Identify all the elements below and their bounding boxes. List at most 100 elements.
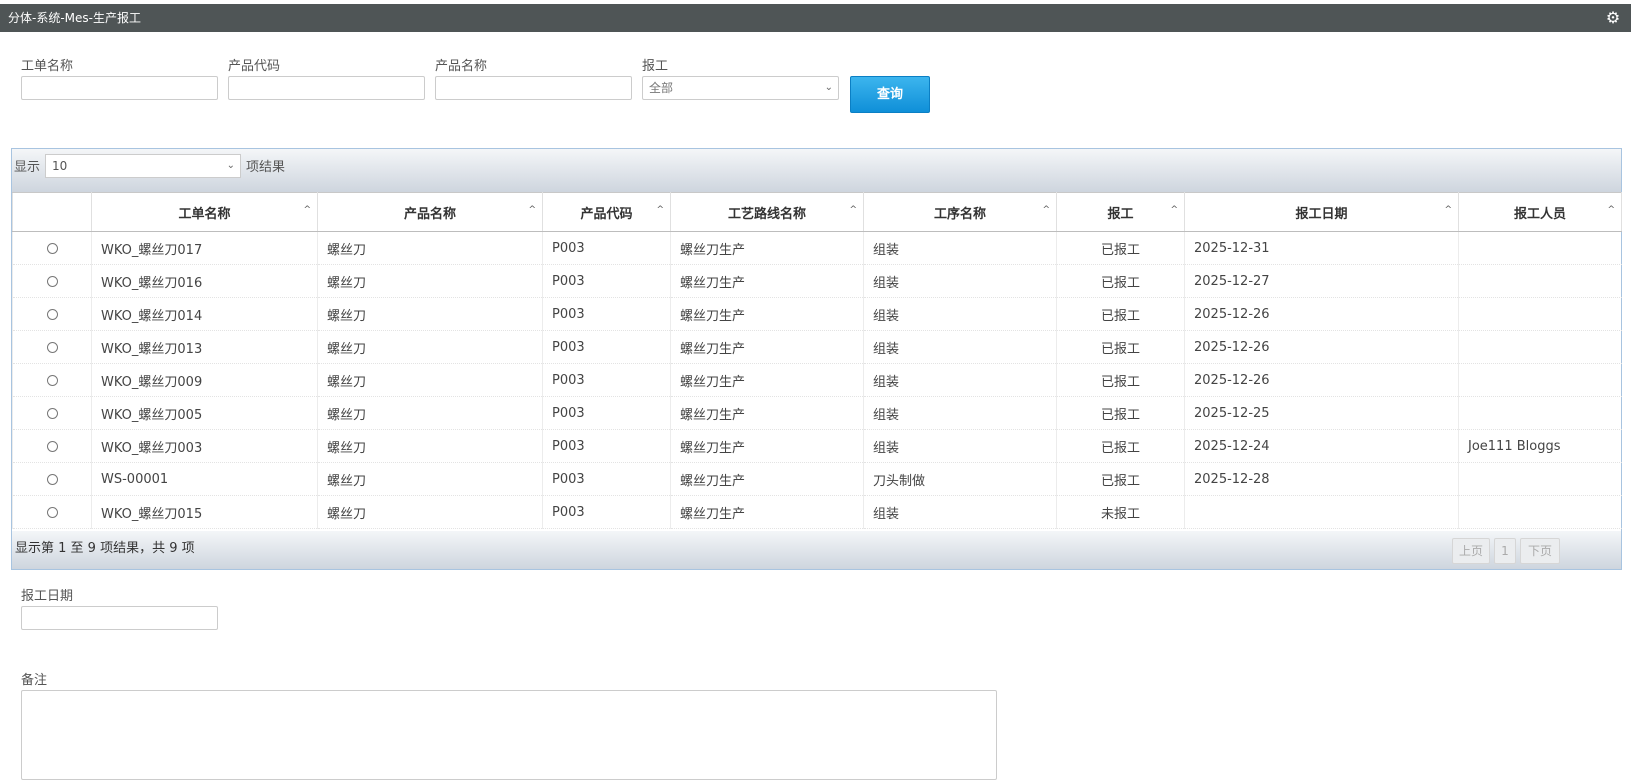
table-cell [1458, 495, 1622, 529]
table-cell: 螺丝刀生产 [670, 330, 864, 364]
table-cell: WKO_螺丝刀003 [91, 429, 318, 463]
work-order-label: 工单名称 [21, 59, 74, 74]
table-cell: P003 [542, 297, 671, 331]
row-radio[interactable] [46, 440, 58, 452]
table-cell: P003 [542, 396, 671, 430]
table-cell: 组装 [863, 429, 1057, 463]
table-cell: 已报工 [1056, 264, 1185, 298]
remark-label: 备注 [21, 673, 48, 688]
table-cell: 螺丝刀 [317, 396, 543, 430]
grid-toolbar: 显示 10 ⌄ 项结果 [12, 149, 1621, 192]
table-cell: 已报工 [1056, 462, 1185, 496]
table-cell: 已报工 [1056, 363, 1185, 397]
table-cell: WKO_螺丝刀005 [91, 396, 318, 430]
row-select-cell [12, 264, 92, 298]
table-header-row: 工单名称 ^ 产品名称 ^ 产品代码 ^ 工艺路线名称 ^ 工序名称 ^ 报工 ^ 报工日期… [12, 192, 1622, 232]
table-cell: WKO_螺丝刀015 [91, 495, 318, 529]
table-row[interactable]: WS-00001 螺丝刀 P003 螺丝刀生产 刀头制做 已报工 2025-12-28 [12, 462, 1622, 496]
table-cell: 螺丝刀 [317, 363, 543, 397]
table-cell [1458, 363, 1622, 397]
table-cell: 组装 [863, 330, 1057, 364]
row-radio[interactable] [46, 242, 58, 254]
table-cell: 组装 [863, 495, 1057, 529]
table-row[interactable]: WKO_螺丝刀013 螺丝刀 P003 螺丝刀生产 组装 已报工 2025-12-26 [12, 330, 1622, 364]
chevron-down-icon: ⌄ [824, 82, 833, 93]
table-cell: 2025-12-28 [1184, 462, 1459, 496]
sort-icon: ^ [303, 205, 311, 215]
column-header[interactable]: 报工日期 ^ [1184, 192, 1459, 232]
work-order-input[interactable] [21, 76, 218, 100]
table-cell: 螺丝刀 [317, 429, 543, 463]
column-header-select [12, 192, 92, 232]
table-row[interactable]: WKO_螺丝刀005 螺丝刀 P003 螺丝刀生产 组装 已报工 2025-12-25 [12, 396, 1622, 430]
report-date-input[interactable] [21, 606, 218, 630]
row-radio[interactable] [46, 374, 58, 386]
table-cell [1458, 462, 1622, 496]
table-row[interactable]: WKO_螺丝刀017 螺丝刀 P003 螺丝刀生产 组装 已报工 2025-12-31 [12, 231, 1622, 265]
table-cell: WKO_螺丝刀013 [91, 330, 318, 364]
remark-textarea[interactable] [21, 690, 997, 780]
table-cell: P003 [542, 231, 671, 265]
table-cell: 已报工 [1056, 396, 1185, 430]
table-row[interactable]: WKO_螺丝刀015 螺丝刀 P003 螺丝刀生产 组装 未报工 [12, 495, 1622, 529]
table-cell: WKO_螺丝刀009 [91, 363, 318, 397]
column-header[interactable]: 产品代码 ^ [542, 192, 671, 232]
prev-page-button[interactable]: 上页 [1452, 538, 1490, 564]
page-number-button[interactable]: 1 [1494, 538, 1516, 564]
row-radio[interactable] [46, 473, 58, 485]
table-cell: WKO_螺丝刀014 [91, 297, 318, 331]
product-code-input[interactable] [228, 76, 425, 100]
sort-icon: ^ [1607, 205, 1615, 215]
table-cell: 螺丝刀生产 [670, 429, 864, 463]
report-grid: 显示 10 ⌄ 项结果 工单名称 ^ 产品名称 ^ 产品代码 ^ 工艺路线名称 ^ 工序… [11, 148, 1622, 570]
next-page-button[interactable]: 下页 [1520, 538, 1560, 564]
report-table: 工单名称 ^ 产品名称 ^ 产品代码 ^ 工艺路线名称 ^ 工序名称 ^ 报工 ^ 报工日期… [12, 192, 1622, 529]
table-cell: 螺丝刀生产 [670, 231, 864, 265]
page-length-select[interactable]: 10 ⌄ [45, 154, 241, 178]
column-header[interactable]: 工艺路线名称 ^ [670, 192, 864, 232]
row-radio[interactable] [46, 341, 58, 353]
table-row[interactable]: WKO_螺丝刀009 螺丝刀 P003 螺丝刀生产 组装 已报工 2025-12-26 [12, 363, 1622, 397]
sort-icon: ^ [849, 205, 857, 215]
row-radio[interactable] [46, 308, 58, 320]
table-cell: WKO_螺丝刀016 [91, 264, 318, 298]
column-header[interactable]: 报工人员 ^ [1458, 192, 1622, 232]
table-cell: Joe111 Bloggs [1458, 429, 1622, 463]
row-select-cell [12, 231, 92, 265]
column-header[interactable]: 工序名称 ^ [863, 192, 1057, 232]
table-row[interactable]: WKO_螺丝刀016 螺丝刀 P003 螺丝刀生产 组装 已报工 2025-12-27 [12, 264, 1622, 298]
table-cell: 螺丝刀生产 [670, 495, 864, 529]
row-select-cell [12, 462, 92, 496]
page-title: 分体-系统-Mes-生产报工 [8, 11, 141, 25]
page-length-value: 10 [52, 159, 68, 173]
table-cell: 螺丝刀 [317, 495, 543, 529]
product-name-label: 产品名称 [435, 59, 488, 74]
row-radio[interactable] [46, 506, 58, 518]
gear-icon[interactable]: ⚙ [1605, 10, 1621, 26]
table-row[interactable]: WKO_螺丝刀014 螺丝刀 P003 螺丝刀生产 组装 已报工 2025-12-26 [12, 297, 1622, 331]
column-header[interactable]: 报工 ^ [1056, 192, 1185, 232]
sort-icon: ^ [656, 205, 664, 215]
table-cell: WS-00001 [91, 462, 318, 496]
table-cell: P003 [542, 363, 671, 397]
row-select-cell [12, 363, 92, 397]
table-row[interactable]: WKO_螺丝刀003 螺丝刀 P003 螺丝刀生产 组装 已报工 2025-12-24 Joe… [12, 429, 1622, 463]
table-cell: 刀头制做 [863, 462, 1057, 496]
table-cell: 2025-12-26 [1184, 297, 1459, 331]
column-header[interactable]: 产品名称 ^ [317, 192, 543, 232]
sort-icon: ^ [1042, 205, 1050, 215]
query-button[interactable]: 查询 [850, 76, 930, 113]
column-header[interactable]: 工单名称 ^ [91, 192, 318, 232]
table-cell: 已报工 [1056, 429, 1185, 463]
row-select-cell [12, 495, 92, 529]
table-cell: 螺丝刀生产 [670, 264, 864, 298]
table-cell: 已报工 [1056, 330, 1185, 364]
row-radio[interactable] [46, 275, 58, 287]
table-cell: P003 [542, 264, 671, 298]
table-cell [1458, 264, 1622, 298]
report-status-select[interactable]: 全部 ⌄ [642, 76, 839, 100]
table-cell: 2025-12-27 [1184, 264, 1459, 298]
product-name-input[interactable] [435, 76, 632, 100]
row-radio[interactable] [46, 407, 58, 419]
table-cell: 螺丝刀 [317, 462, 543, 496]
